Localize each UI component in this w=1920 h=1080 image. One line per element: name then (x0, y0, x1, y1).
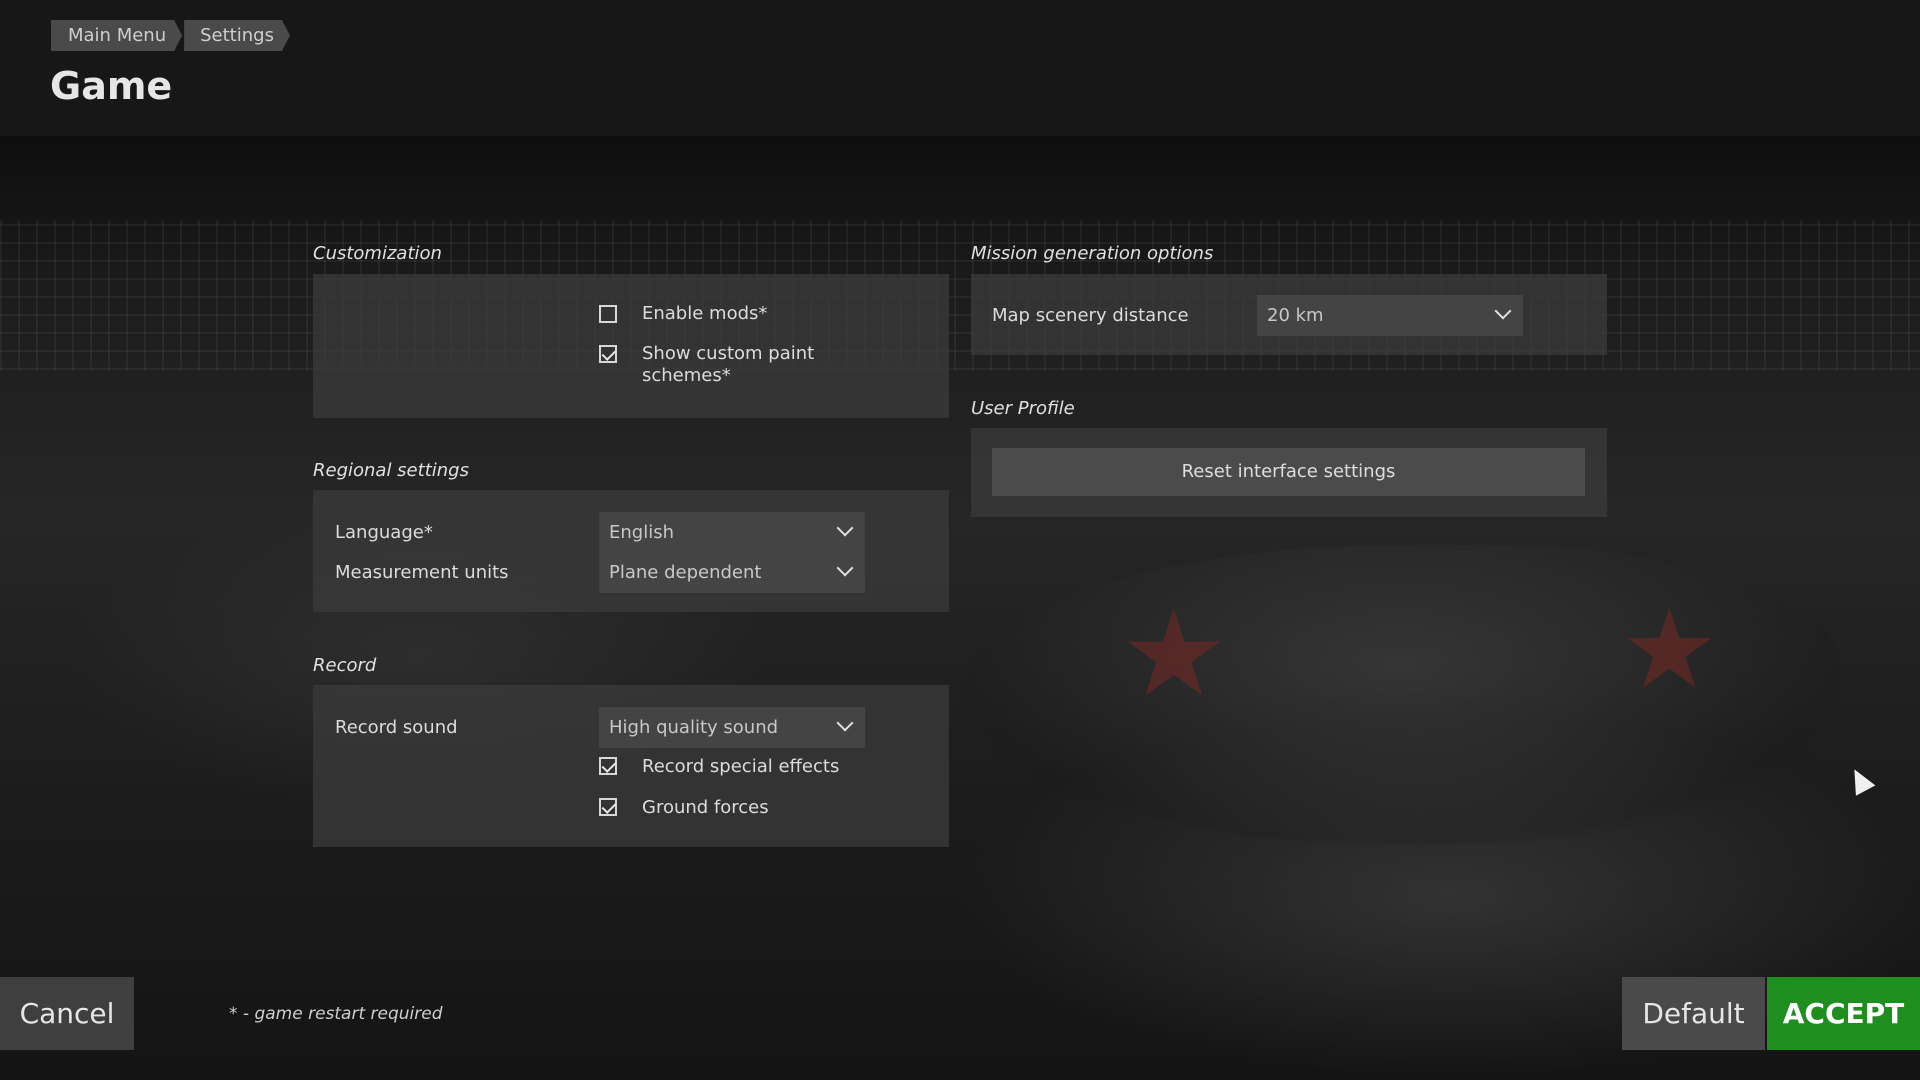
reset-interface-settings-button[interactable]: Reset interface settings (992, 448, 1585, 496)
enable-mods-label: Enable mods* (642, 303, 768, 324)
regional-settings-title: Regional settings (313, 460, 469, 481)
measurement-units-dropdown[interactable]: Plane dependent (599, 552, 865, 593)
enable-mods-checkbox[interactable] (599, 305, 617, 323)
record-special-effects-label: Record special effects (642, 756, 840, 777)
show-custom-paint-checkbox[interactable] (599, 345, 617, 363)
customization-panel: Enable mods* Show custom paint schemes* (313, 274, 949, 418)
check-icon (601, 758, 617, 773)
chevron-down-icon (836, 714, 854, 732)
check-icon (601, 346, 617, 361)
mission-generation-title: Mission generation options (971, 243, 1214, 264)
language-value: English (609, 522, 674, 543)
chevron-down-icon (836, 559, 854, 577)
chevron-down-icon (836, 519, 854, 537)
restart-required-note: * - game restart required (229, 1004, 443, 1024)
accept-button[interactable]: ACCEPT (1767, 977, 1920, 1050)
record-title: Record (313, 655, 377, 676)
record-sound-label: Record sound (335, 717, 458, 738)
header-bar: Main Menu Settings Game (0, 0, 1920, 136)
breadcrumb-main-menu[interactable]: Main Menu (51, 20, 182, 51)
red-star-emblem: ★ (1120, 585, 1228, 724)
record-panel: Record sound High quality sound Record s… (313, 685, 949, 847)
record-sound-value: High quality sound (609, 717, 779, 738)
map-scenery-distance-dropdown[interactable]: 20 km (1257, 295, 1523, 336)
ground-forces-checkbox[interactable] (599, 798, 617, 816)
map-scenery-distance-value: 20 km (1267, 305, 1324, 326)
measurement-units-value: Plane dependent (609, 562, 762, 583)
record-special-effects-checkbox[interactable] (599, 757, 617, 775)
hangar-window-grid (0, 220, 1920, 370)
measurement-units-label: Measurement units (335, 562, 509, 583)
default-button[interactable]: Default (1622, 977, 1765, 1050)
mission-generation-panel: Map scenery distance 20 km (971, 274, 1607, 355)
map-scenery-distance-label: Map scenery distance (992, 305, 1189, 326)
regional-panel: Language* English Measurement units Plan… (313, 490, 949, 612)
breadcrumb-settings[interactable]: Settings (184, 20, 290, 51)
user-profile-title: User Profile (971, 398, 1075, 419)
show-custom-paint-label: Show custom paint schemes* (642, 343, 815, 386)
red-star-emblem: ★ (1620, 585, 1719, 713)
language-label: Language* (335, 522, 433, 543)
chevron-down-icon (1494, 302, 1512, 320)
ground-forces-label: Ground forces (642, 797, 769, 818)
check-icon (601, 799, 617, 814)
record-sound-dropdown[interactable]: High quality sound (599, 707, 865, 748)
cancel-button[interactable]: Cancel (0, 977, 134, 1050)
page-title: Game (50, 64, 173, 108)
customization-title: Customization (313, 243, 442, 264)
language-dropdown[interactable]: English (599, 512, 865, 553)
breadcrumb: Main Menu Settings (51, 20, 292, 51)
